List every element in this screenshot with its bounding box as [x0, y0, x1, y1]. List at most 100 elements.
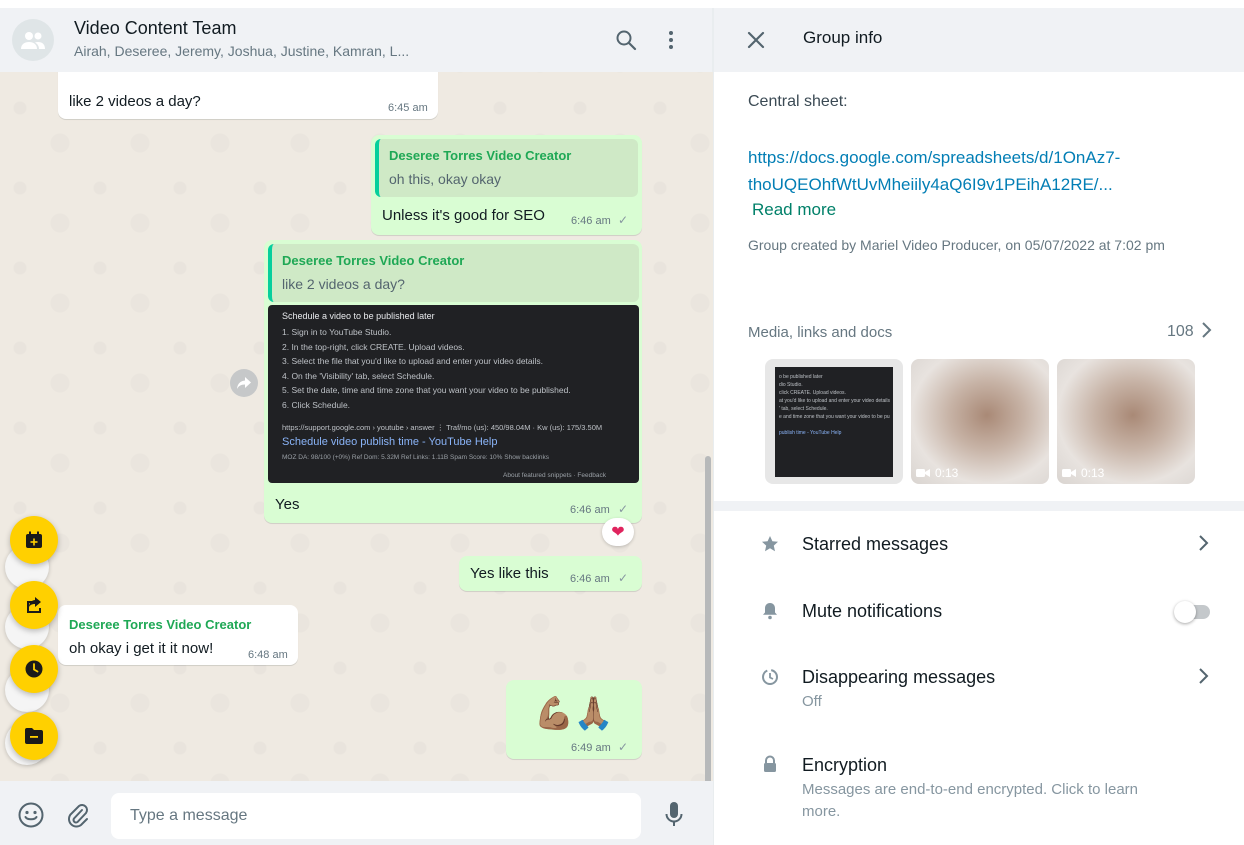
snippet-footer: About featured snippets · Feedback: [503, 472, 606, 479]
bell-icon: [760, 601, 780, 621]
sent-check-icon: ✓: [618, 571, 629, 585]
star-icon: [760, 534, 780, 554]
message-sender[interactable]: Deseree Torres Video Creator: [69, 617, 251, 632]
message-time: 6:49 am: [571, 742, 611, 754]
forward-icon[interactable]: [230, 369, 258, 397]
sent-check-icon: ✓: [618, 213, 629, 227]
chevron-right-icon: [1197, 667, 1209, 690]
quote-text: like 2 videos a day?: [282, 276, 405, 292]
media-thumbnail[interactable]: 0:13: [911, 359, 1049, 484]
chat-pane: Video Content Team Airah, Deseree, Jerem…: [0, 8, 713, 845]
message-outgoing[interactable]: Yes like this 6:46 am ✓: [459, 556, 642, 591]
quoted-message[interactable]: Deseree Torres Video Creator oh this, ok…: [375, 139, 638, 197]
message-time: 6:46 am: [570, 504, 610, 516]
snippet-step: 5. Set the date, time and time zone that…: [282, 385, 571, 395]
video-duration: 0:13: [1081, 466, 1105, 480]
snippet-url: https://support.google.com › youtube › a…: [282, 423, 603, 432]
mute-toggle[interactable]: [1174, 600, 1210, 623]
clock-icon: [25, 660, 43, 678]
message-text: Unless it's good for SEO: [382, 207, 545, 224]
chat-members[interactable]: Airah, Deseree, Jeremy, Joshua, Justine,…: [74, 43, 409, 59]
snippet-step: 6. Click Schedule.: [282, 399, 351, 410]
thumbnail-line: dio Studio.: [779, 382, 803, 388]
disappearing-messages-value: Off: [802, 693, 822, 710]
toggle-knob: [1174, 601, 1196, 623]
chat-scrollbar[interactable]: [705, 456, 711, 786]
group-avatar[interactable]: [12, 19, 54, 61]
sent-check-icon: ✓: [618, 502, 629, 516]
message-text: oh okay i get it it now!: [69, 640, 214, 657]
snippet-step: 4. On the 'Visibility' tab, select Sched…: [282, 370, 435, 381]
encryption-label: Encryption: [802, 755, 888, 775]
snippet-meta: MOZ DA: 98/100 (+0%) Ref Dom: 5.32M Ref …: [282, 454, 550, 461]
chevron-right-icon: [1197, 534, 1209, 557]
message-emoji: 💪🏽🙏🏽: [534, 695, 614, 731]
snippet-link: Schedule video publish time - YouTube He…: [282, 436, 498, 448]
message-time: 6:48 am: [248, 649, 288, 661]
lock-icon: [760, 754, 780, 774]
group-description: Central sheet:: [748, 93, 848, 110]
attach-icon[interactable]: [65, 802, 91, 828]
message-input[interactable]: [111, 793, 641, 839]
calendar-add-icon: [26, 531, 42, 548]
menu-kebab-icon[interactable]: [659, 28, 683, 52]
thumbnail-line: click CREATE. Upload videos.: [779, 390, 846, 396]
message-time: 6:45 am: [388, 102, 428, 114]
snippet-step: 2. In the top-right, click CREATE. Uploa…: [282, 341, 465, 352]
thumbnail-image: o be published later dio Studio. click C…: [775, 367, 893, 477]
encryption-description: Messages are end-to-end encrypted. Click…: [802, 781, 1139, 820]
message-text: Yes like this: [470, 565, 549, 582]
message-time: 6:46 am: [570, 573, 610, 585]
calendar-add-button[interactable]: [10, 516, 58, 564]
mute-notifications-label: Mute notifications: [802, 601, 943, 621]
media-section-label[interactable]: Media, links and docs: [748, 324, 892, 341]
chevron-right-icon[interactable]: [1200, 321, 1212, 344]
message-text: like 2 videos a day?: [69, 93, 201, 110]
media-thumbnail[interactable]: 0:13: [1057, 359, 1195, 484]
group-info-header: Group info: [714, 8, 1244, 72]
thumbnail-line: at you'd like to upload and enter your v…: [779, 398, 891, 404]
message-time: 6:46 am: [571, 215, 611, 227]
sent-check-icon: ✓: [618, 740, 629, 754]
quote-text: oh this, okay okay: [389, 171, 502, 187]
microphone-icon[interactable]: [661, 802, 687, 828]
share-icon: [27, 597, 41, 613]
thumbnail-text: o be published later dio Studio. click C…: [779, 373, 891, 437]
snippet-step: 1. Sign in to YouTube Studio.: [282, 327, 392, 337]
schedule-button[interactable]: [10, 645, 58, 693]
video-camera-icon: [1062, 469, 1076, 477]
message-outgoing[interactable]: Deseree Torres Video Creator oh this, ok…: [371, 135, 642, 235]
message-outgoing[interactable]: 💪🏽🙏🏽 6:49 am ✓: [506, 680, 642, 759]
section-divider: [714, 501, 1244, 511]
message-incoming[interactable]: Deseree Torres Video Creator oh okay i g…: [58, 605, 298, 665]
media-thumbnail[interactable]: o be published later dio Studio. click C…: [765, 359, 903, 484]
snippet-title: Schedule a video to be published later: [282, 311, 435, 321]
close-icon[interactable]: [744, 28, 768, 52]
message-composer: [0, 781, 713, 845]
quoted-message[interactable]: Deseree Torres Video Creator like 2 vide…: [268, 244, 639, 302]
emoji-icon[interactable]: [18, 802, 44, 828]
read-more-link[interactable]: Read more: [752, 200, 836, 220]
folder-button[interactable]: [10, 712, 58, 760]
quote-sender: Deseree Torres Video Creator: [389, 148, 572, 163]
starred-messages-label: Starred messages: [802, 534, 949, 554]
screenshot-image[interactable]: Schedule a video to be published later 1…: [268, 305, 639, 483]
chat-title[interactable]: Video Content Team: [74, 18, 236, 39]
chat-header[interactable]: Video Content Team Airah, Deseree, Jerem…: [0, 8, 713, 72]
disappearing-messages-label: Disappearing messages: [802, 667, 996, 687]
thumbnail-line: ' tab, select Schedule.: [779, 406, 828, 412]
share-button[interactable]: [10, 581, 58, 629]
reaction-heart[interactable]: ❤: [602, 518, 634, 546]
media-count[interactable]: 108: [1167, 323, 1194, 341]
timer-icon: [760, 667, 780, 687]
thumbnail-link: publish time - YouTube Help: [779, 430, 842, 436]
group-created-info: Group created by Mariel Video Producer, …: [748, 237, 1165, 253]
search-icon[interactable]: [614, 28, 638, 52]
description-link[interactable]: https://docs.google.com/spreadsheets/d/1…: [748, 144, 1178, 198]
snippet-step: 3. Select the file that you'd like to up…: [282, 356, 544, 366]
group-info-panel: Group info Central sheet: https://docs.g…: [713, 8, 1244, 845]
folder-icon: [25, 728, 43, 744]
group-info-title: Group info: [803, 28, 883, 47]
video-camera-icon: [916, 469, 930, 477]
thumbnail-line: e and time zone that you want your video…: [779, 414, 890, 420]
